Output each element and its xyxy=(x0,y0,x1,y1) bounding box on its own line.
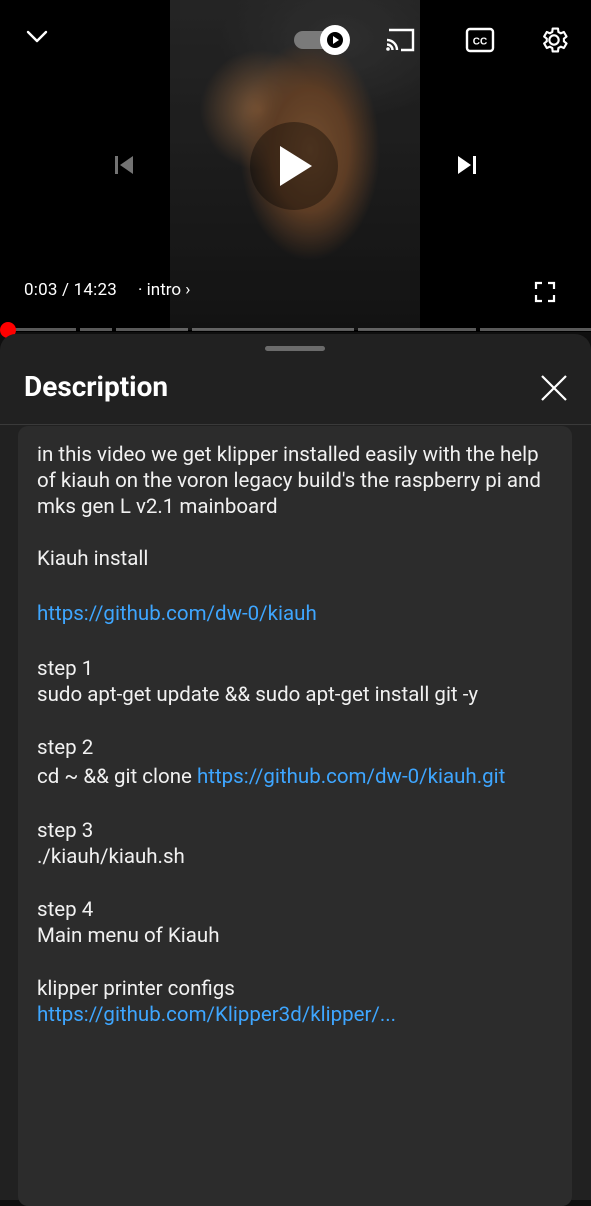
svg-text:CC: CC xyxy=(473,37,487,48)
step3-command: ./kiauh/kiauh.sh xyxy=(37,845,185,869)
previous-button[interactable] xyxy=(110,150,138,180)
time-separator: / xyxy=(57,280,74,300)
kiauh-git-link[interactable]: https://github.com/dw-0/kiauh.git xyxy=(197,765,505,789)
play-icon xyxy=(280,146,312,186)
step1-command: sudo apt-get update && sudo apt-get inst… xyxy=(37,683,479,707)
close-icon xyxy=(541,375,567,401)
drag-handle[interactable] xyxy=(265,346,325,351)
configs-link[interactable]: https://github.com/Klipper3d/klipper/... xyxy=(37,1003,396,1027)
step4-text: Main menu of Kiauh xyxy=(37,924,220,948)
chapter-label: intro xyxy=(146,280,182,300)
gear-icon xyxy=(543,27,568,53)
previous-icon xyxy=(115,156,133,174)
chapter-dot: · xyxy=(138,280,147,300)
fullscreen-button[interactable] xyxy=(530,277,560,307)
panel-title: Description xyxy=(24,370,169,403)
chapter-segment xyxy=(192,328,354,331)
kiauh-label: Kiauh install xyxy=(37,547,149,571)
chapter-segment xyxy=(480,328,591,331)
chevron-right-icon: › xyxy=(185,280,191,300)
chevron-down-icon xyxy=(26,30,48,43)
chapter-segment xyxy=(12,328,76,331)
play-button[interactable] xyxy=(250,122,338,210)
captions-icon: CC xyxy=(465,27,495,53)
autoplay-knob xyxy=(320,25,350,55)
step1-title: step 1 xyxy=(37,657,94,681)
settings-button[interactable] xyxy=(536,22,572,58)
divider xyxy=(0,424,591,425)
kiauh-link[interactable]: https://github.com/dw-0/kiauh xyxy=(37,602,317,626)
minimize-button[interactable] xyxy=(20,22,54,52)
chapter-segment xyxy=(80,328,112,331)
next-icon xyxy=(458,156,476,174)
chapter-button[interactable]: · intro › xyxy=(138,280,190,300)
intro-text: in this video we get klipper installed e… xyxy=(37,443,541,519)
description-body: in this video we get klipper installed e… xyxy=(37,442,557,1028)
cast-icon xyxy=(386,28,415,52)
cast-button[interactable] xyxy=(382,24,418,56)
time-display: 0:03 / 14:23 xyxy=(24,280,117,300)
step2-title: step 2 xyxy=(37,736,94,760)
fullscreen-icon xyxy=(534,281,556,303)
video-player[interactable]: CC 0:03 / 14:23 · intro › xyxy=(0,0,591,332)
autoplay-play-icon xyxy=(327,32,343,48)
step2-prefix: cd ~ && git clone xyxy=(37,765,197,789)
close-button[interactable] xyxy=(536,370,572,406)
progress-bar[interactable] xyxy=(0,328,591,332)
step3-title: step 3 xyxy=(37,819,94,843)
autoplay-toggle[interactable] xyxy=(294,24,352,56)
chapter-segment xyxy=(358,328,476,331)
step4-title: step 4 xyxy=(37,898,94,922)
total-time: 14:23 xyxy=(73,280,117,300)
captions-button[interactable]: CC xyxy=(462,24,498,56)
chapter-segment xyxy=(116,328,188,331)
configs-label: klipper printer configs xyxy=(37,977,235,1001)
next-button[interactable] xyxy=(453,150,481,180)
current-time: 0:03 xyxy=(24,280,58,300)
